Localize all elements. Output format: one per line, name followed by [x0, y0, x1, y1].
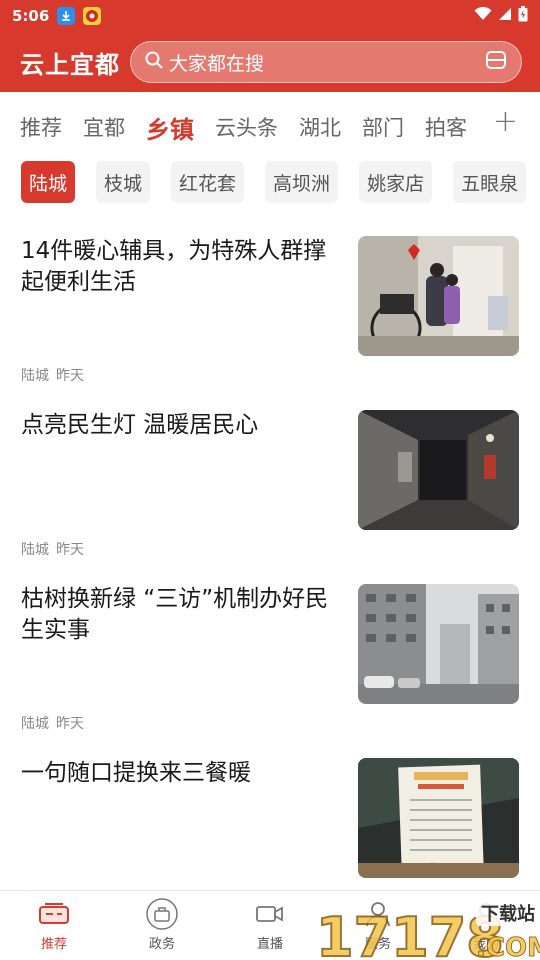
chip-gaobazhou[interactable]: 高坝洲 [265, 161, 339, 203]
news-icon [39, 899, 69, 929]
article-date: 昨天 [56, 542, 84, 558]
article-town: 陆城 [21, 716, 49, 732]
tab-cloud-headlines[interactable]: 云头条 [215, 112, 278, 142]
nav-government[interactable]: 政务 [108, 891, 216, 960]
channel-tabs: 推荐 宜都 乡镇 云头条 湖北 部门 拍客 + [0, 92, 540, 162]
article-meta: 陆城 昨天 [21, 365, 84, 385]
tab-towns[interactable]: 乡镇 [146, 110, 194, 145]
article-town: 陆城 [21, 368, 49, 384]
cellular-signal-icon [498, 7, 512, 25]
article-meta: 陆城 昨天 [21, 713, 84, 733]
article-thumbnail [358, 584, 519, 704]
article-date: 昨天 [56, 368, 84, 384]
list-item[interactable]: 枯树换新绿 “三访”机制办好民生实事 陆城 昨天 [0, 584, 540, 758]
article-thumbnail [358, 236, 519, 356]
tab-yidu[interactable]: 宜都 [83, 112, 125, 142]
chip-yaojiadian[interactable]: 姚家店 [359, 161, 433, 203]
status-time: 5:06 [12, 7, 50, 25]
app-title: 云上宜都 [20, 50, 120, 79]
tab-citizen-reporter[interactable]: 拍客 [425, 112, 467, 142]
battery-icon [518, 6, 528, 26]
briefcase-icon [146, 898, 178, 930]
article-town: 陆城 [21, 542, 49, 558]
article-title: 枯树换新绿 “三访”机制办好民生实事 [21, 586, 329, 643]
video-camera-icon [255, 899, 285, 929]
town-chips: 陆城 枝城 红花套 高坝洲 姚家店 五眼泉 [0, 160, 540, 204]
nav-recommend[interactable]: 推荐 [0, 891, 108, 960]
article-thumbnail [358, 410, 519, 530]
scan-icon[interactable] [485, 49, 507, 75]
search-input[interactable]: 大家都在搜 [130, 41, 522, 83]
search-placeholder: 大家都在搜 [169, 52, 265, 75]
article-title: 14件暖心辅具，为特殊人群撑起便利生活 [21, 238, 327, 295]
article-title: 一句随口提换来三餐暖 [21, 760, 251, 786]
nav-label: 推荐 [40, 937, 67, 952]
tab-hubei[interactable]: 湖北 [299, 112, 341, 142]
site-watermark-logo: 17178 下载站 .COM [315, 898, 540, 960]
chip-honghuatao[interactable]: 红花套 [171, 161, 245, 203]
article-thumbnail [358, 758, 519, 878]
nav-live[interactable]: 直播 [216, 891, 324, 960]
nav-label: 直播 [256, 937, 283, 952]
chip-wuyanquan[interactable]: 五眼泉 [453, 161, 527, 203]
article-meta: 陆城 昨天 [21, 539, 84, 559]
list-item[interactable]: 点亮民生灯 温暖居民心 陆城 昨天 [0, 410, 540, 584]
chip-lucheng[interactable]: 陆城 [21, 161, 76, 203]
svg-text:下载站: 下载站 [481, 903, 535, 925]
app-header: 云上宜都 大家都在搜 [0, 32, 540, 92]
list-item[interactable]: 14件暖心辅具，为特殊人群撑起便利生活 陆城 昨天 [0, 236, 540, 410]
nav-label: 政务 [148, 937, 175, 952]
download-notification-icon [57, 7, 76, 25]
search-icon [145, 51, 163, 73]
article-title: 点亮民生灯 温暖居民心 [21, 412, 259, 438]
chip-zhicheng[interactable]: 枝城 [96, 161, 151, 203]
article-date: 昨天 [56, 716, 84, 732]
svg-text:.COM: .COM [476, 933, 540, 960]
app-notification-icon [83, 7, 102, 25]
status-bar: 5:06 [0, 0, 540, 32]
tab-recommend[interactable]: 推荐 [20, 112, 62, 142]
wifi-icon [474, 6, 492, 25]
add-channel-icon[interactable]: + [493, 104, 518, 139]
tab-departments[interactable]: 部门 [362, 112, 404, 142]
